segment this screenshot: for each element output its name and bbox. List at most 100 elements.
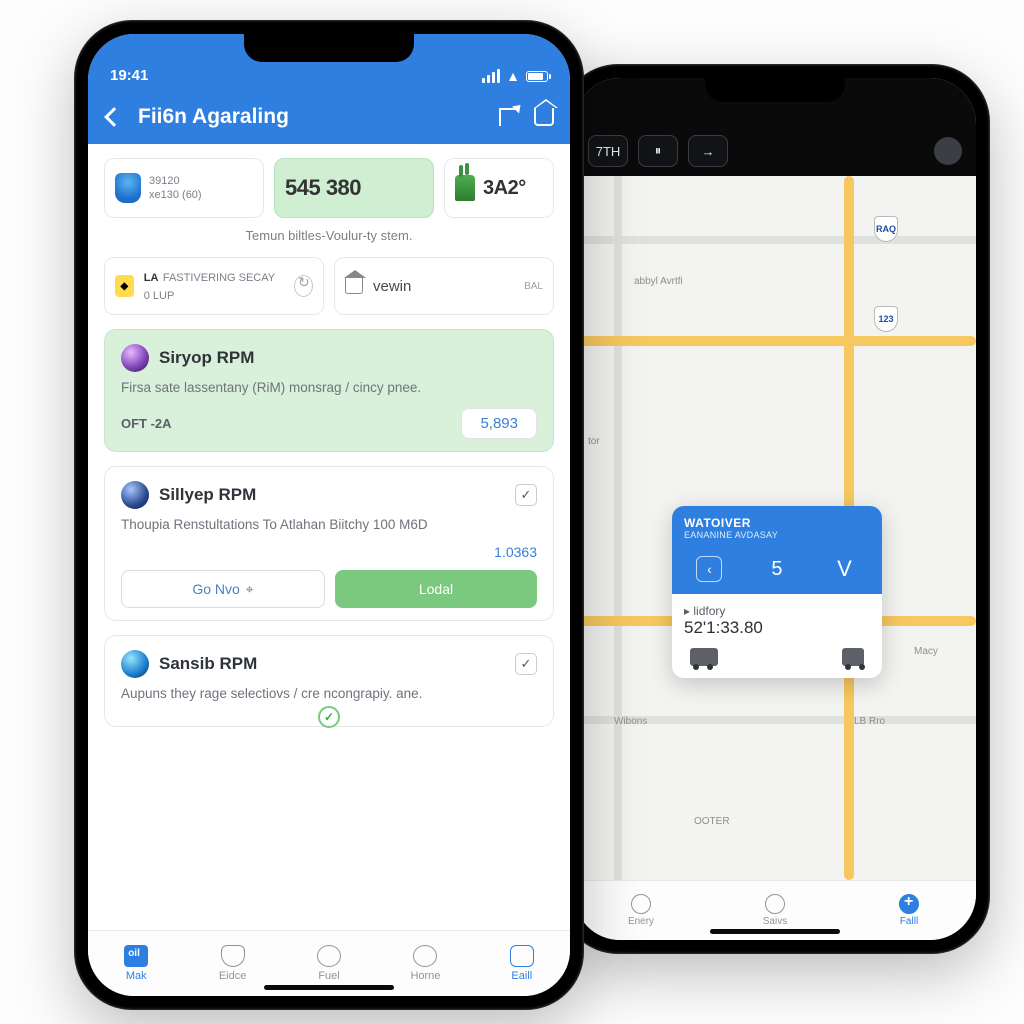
refresh-icon	[294, 275, 313, 297]
notch	[705, 78, 845, 102]
back-button[interactable]	[102, 105, 126, 129]
stat-card-1[interactable]: 39120 xe130 (60)	[104, 158, 264, 218]
tab-enery[interactable]: Enery	[574, 881, 708, 940]
popup-stepper: ‹ 5 V	[672, 550, 882, 594]
tile1-title: LA	[144, 272, 159, 284]
tile-2[interactable]: vewin BAL	[334, 257, 554, 315]
signal-icon	[482, 69, 500, 83]
phone-right: 7TH ⏸ → RAQ 123 abbyl Avrtfi tor Wibons …	[560, 64, 990, 954]
chevron-left-icon	[104, 107, 124, 127]
nav-icon: ⌖	[246, 581, 254, 598]
home-indicator	[264, 985, 394, 990]
home-icon	[534, 108, 554, 126]
tile-1[interactable]: ◆ LA FASTIVERING SECAY 0 LUP	[104, 257, 324, 315]
card-sansib[interactable]: Sansib RPM ✓ Aupuns they rage selectiovs…	[104, 635, 554, 727]
tab-eaill[interactable]: Eaill	[474, 931, 570, 996]
map-label: Wibons	[614, 716, 647, 727]
map-screen: 7TH ⏸ → RAQ 123 abbyl Avrtfi tor Wibons …	[574, 78, 976, 940]
battery-icon	[526, 71, 548, 82]
share-icon	[499, 108, 517, 126]
popup-subtitle: EANANINE AVDASAY	[684, 530, 870, 540]
car-icon	[842, 648, 864, 666]
badge-icon: ◆	[115, 275, 134, 297]
lodal-button[interactable]: Lodal	[335, 570, 537, 608]
map-popup: WATOIVER EANANINE AVDASAY ‹ 5 V ▸ lidfor…	[672, 506, 882, 678]
list-screen: 19:41 ▲ Fii6n Agaraling 39120 xe130 (60)	[88, 34, 570, 996]
stat-card-3[interactable]: 3A2°	[444, 158, 554, 218]
map-label: OOTER	[694, 816, 730, 827]
share-button[interactable]	[496, 105, 520, 129]
tab-mak[interactable]: oilMak	[88, 931, 184, 996]
checkbox[interactable]: ✓	[515, 653, 537, 675]
card2-desc: Thoupia Renstultations To Atlahan Biitch…	[121, 515, 537, 535]
status-time: 19:41	[110, 67, 482, 84]
plant-icon	[455, 175, 475, 201]
notch	[244, 34, 414, 62]
house-icon	[345, 278, 363, 294]
go-button[interactable]: Go Nvo ⌖	[121, 570, 325, 608]
card1-desc: Firsa sate lassentany (RiM) monsrag / ci…	[121, 378, 537, 398]
tile1-sub: FASTIVERING SECAY 0 LUP	[144, 272, 275, 302]
map-controls: 7TH ⏸ →	[574, 126, 976, 176]
card-sillyep[interactable]: Sillyep RPM ✓ Thoupia Renstultations To …	[104, 466, 554, 622]
card3-title: Sansib RPM	[159, 654, 257, 674]
card2-amount: 1.0363	[121, 544, 537, 560]
home-indicator	[710, 929, 840, 934]
checkbox[interactable]: ✓	[515, 484, 537, 506]
wifi-icon: ▲	[506, 68, 520, 84]
person-icon	[510, 945, 534, 967]
map-canvas[interactable]: RAQ 123 abbyl Avrtfi tor Wibons LB Rro O…	[574, 176, 976, 880]
oil-icon: oil	[124, 945, 148, 967]
next-button[interactable]: →	[688, 135, 728, 167]
stats-row: 39120 xe130 (60) 545 380 3A2°	[104, 158, 554, 218]
popup-value: 5	[771, 558, 782, 581]
caption-text: Temun biltles-Voulur-ty stem.	[104, 228, 554, 243]
gauge-icon	[631, 894, 651, 914]
road-icon	[574, 336, 976, 346]
tile2-tag: BAL	[524, 281, 543, 292]
plus-icon	[899, 894, 919, 914]
popup-header: WATOIVER EANANINE AVDASAY	[672, 506, 882, 550]
prev-button[interactable]: ‹	[696, 556, 722, 582]
map-label: Macy	[914, 646, 938, 657]
bolt-icon	[413, 945, 437, 967]
orb-icon	[121, 481, 149, 509]
truck-icon	[690, 648, 718, 666]
map-label: LB Rro	[854, 716, 885, 727]
phone-left: 19:41 ▲ Fii6n Agaraling 39120 xe130 (60)	[74, 20, 584, 1010]
tile-row: ◆ LA FASTIVERING SECAY 0 LUP vewin BAL	[104, 257, 554, 315]
pause-button[interactable]: ⏸	[638, 135, 678, 167]
content: 39120 xe130 (60) 545 380 3A2° Temun bilt…	[88, 144, 570, 930]
gauge-icon	[317, 945, 341, 967]
card3-desc: Aupuns they rage selectiovs / cre ncongr…	[121, 684, 537, 704]
popup-title: WATOIVER	[684, 516, 870, 530]
chip-label[interactable]: 7TH	[588, 135, 628, 167]
stat-card-2[interactable]: 545 380	[274, 158, 434, 218]
page-title: Fii6n Agaraling	[138, 105, 484, 129]
check-icon: V	[832, 556, 858, 582]
avatar[interactable]	[934, 137, 962, 165]
orb-icon	[121, 344, 149, 372]
card1-title: Siryop RPM	[159, 348, 254, 368]
bucket-icon	[221, 945, 245, 967]
route-shield: RAQ	[874, 216, 898, 242]
tab-fall[interactable]: Falll	[842, 881, 976, 940]
stat1-bottom: xe130 (60)	[149, 189, 202, 201]
tile2-name: vewin	[373, 278, 411, 295]
home-button[interactable]	[532, 105, 556, 129]
card2-title: Sillyep RPM	[159, 485, 256, 505]
stat3-value: 3A2°	[483, 177, 526, 200]
bookmark-icon	[765, 894, 785, 914]
orb-icon	[121, 650, 149, 678]
card1-stat: OFT -2A	[121, 416, 172, 431]
bottle-icon	[115, 173, 141, 203]
stat2-value: 545 380	[285, 175, 361, 201]
card1-value: 5,893	[461, 408, 537, 439]
map-label: abbyl Avrtfi	[634, 276, 683, 287]
card-siryop[interactable]: Siryop RPM Firsa sate lassentany (RiM) m…	[104, 329, 554, 452]
route-shield: 123	[874, 306, 898, 332]
map-label: tor	[588, 436, 600, 447]
appbar: Fii6n Agaraling	[88, 90, 570, 144]
popup-label: ▸ lidfory	[684, 604, 870, 618]
stat1-top: 39120	[149, 175, 202, 187]
